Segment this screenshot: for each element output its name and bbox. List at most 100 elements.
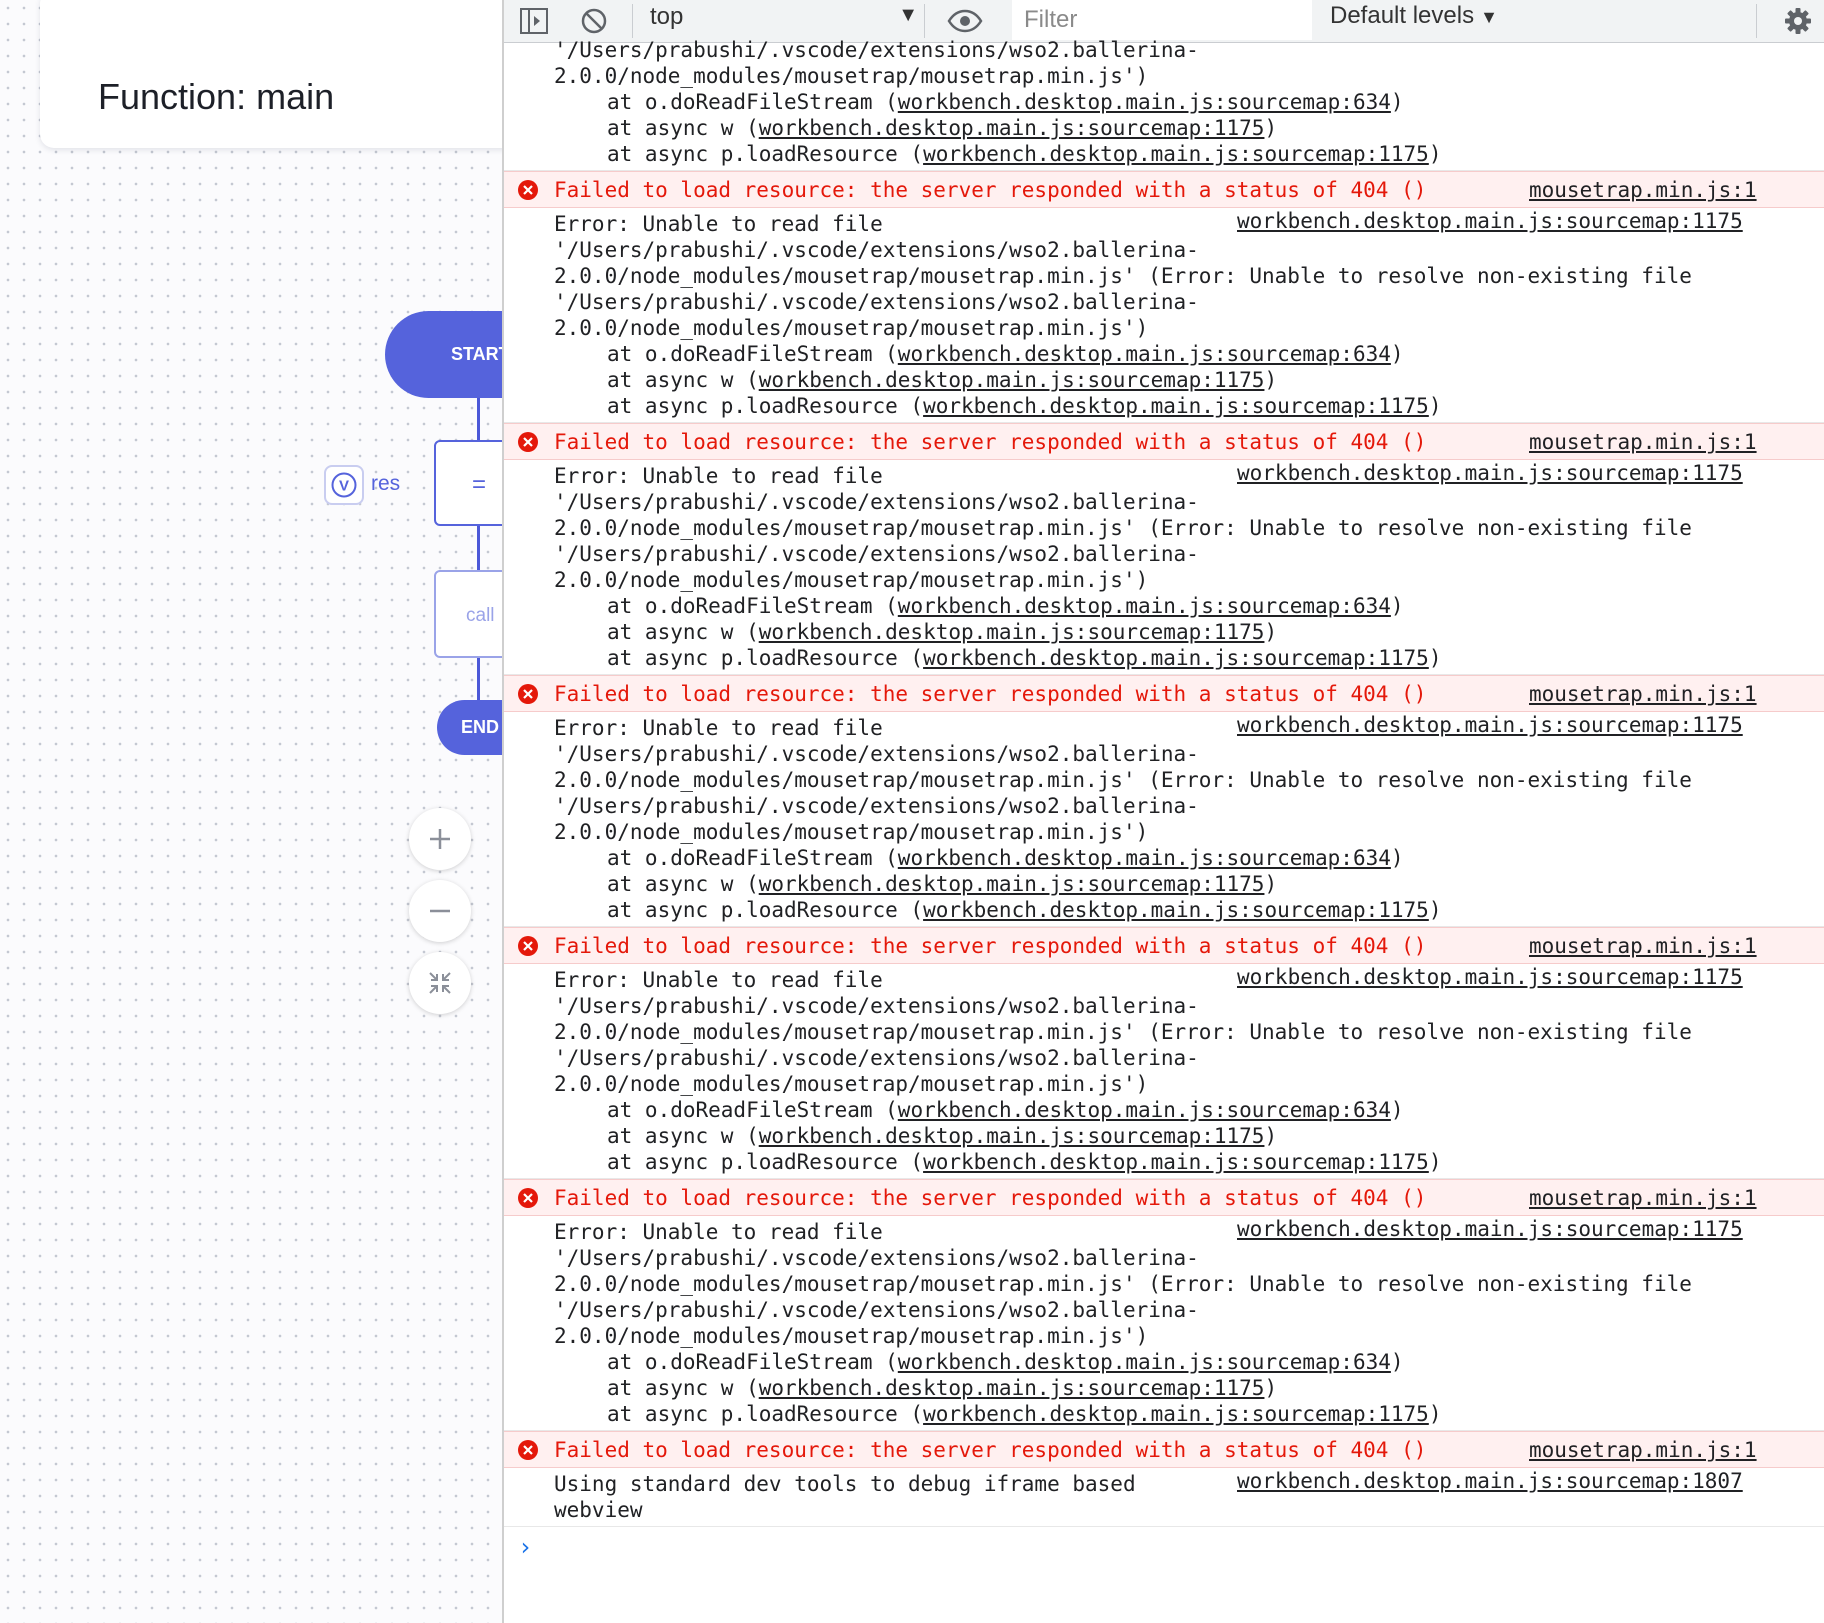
stack-frame-link[interactable]: workbench.desktop.main.js:sourcemap:1175: [923, 646, 1429, 670]
stack-frame-suffix: ): [1264, 368, 1278, 392]
stack-frame-text: at o.doReadFileStream (: [607, 90, 898, 114]
error-message-row[interactable]: Failed to load resource: the server resp…: [504, 675, 1824, 712]
error-text: Failed to load resource: the server resp…: [554, 1186, 1427, 1210]
console-prompt[interactable]: ›: [518, 1533, 1824, 1563]
stack-frame-link[interactable]: workbench.desktop.main.js:sourcemap:1175: [923, 1402, 1429, 1426]
stack-frame-link[interactable]: workbench.desktop.main.js:sourcemap:1175: [923, 394, 1429, 418]
log-source-link[interactable]: workbench.desktop.main.js:sourcemap:1175: [1237, 712, 1743, 738]
log-line: '/Users/prabushi/.vscode/extensions/wso2…: [554, 542, 1199, 566]
error-message-row[interactable]: Failed to load resource: the server resp…: [504, 927, 1824, 964]
stack-frame-link[interactable]: workbench.desktop.main.js:sourcemap:634: [898, 90, 1391, 114]
log-line: at o.doReadFileStream (workbench.desktop…: [504, 341, 1824, 367]
stack-frame-link[interactable]: workbench.desktop.main.js:sourcemap:1175: [923, 898, 1429, 922]
log-line: '/Users/prabushi/.vscode/extensions/wso2…: [554, 1298, 1199, 1322]
log-line: at async w (workbench.desktop.main.js:so…: [504, 367, 1824, 393]
stack-frame-text: at async p.loadResource (: [607, 142, 924, 166]
call-node[interactable]: call: [434, 570, 502, 658]
zoom-out-button[interactable]: [409, 880, 471, 942]
log-line: at async p.loadResource (workbench.deskt…: [504, 393, 1824, 419]
log-line: '/Users/prabushi/.vscode/extensions/wso2…: [554, 290, 1199, 314]
stack-frame-link[interactable]: workbench.desktop.main.js:sourcemap:634: [898, 342, 1391, 366]
error-source-link[interactable]: mousetrap.min.js:1: [1529, 424, 1757, 461]
stack-frame-link[interactable]: workbench.desktop.main.js:sourcemap:1175: [759, 620, 1265, 644]
error-text: Failed to load resource: the server resp…: [554, 682, 1427, 706]
log-source-link[interactable]: workbench.desktop.main.js:sourcemap:1807: [1237, 1468, 1743, 1494]
log-source-link[interactable]: workbench.desktop.main.js:sourcemap:1175: [1237, 460, 1743, 486]
stack-frame-text: at async p.loadResource (: [607, 646, 924, 670]
stack-frame-suffix: ): [1264, 872, 1278, 896]
console-log: '/Users/prabushi/.vscode/extensions/wso2…: [504, 38, 1824, 1563]
block-icon: [581, 8, 607, 34]
log-line: at async p.loadResource (workbench.deskt…: [504, 645, 1824, 671]
stack-frame-link[interactable]: workbench.desktop.main.js:sourcemap:634: [898, 846, 1391, 870]
stack-frame-suffix: ): [1428, 1150, 1442, 1174]
end-node[interactable]: END: [437, 700, 502, 755]
plus-icon: [430, 829, 450, 849]
diagram-canvas[interactable]: Function: main START = call END V res: [0, 0, 502, 1623]
log-line: 2.0.0/node_modules/mousetrap/mousetrap.m…: [554, 516, 1692, 540]
log-levels-label: Default levels: [1330, 2, 1475, 29]
stack-frame-link[interactable]: workbench.desktop.main.js:sourcemap:634: [898, 1098, 1391, 1122]
log-line: at o.doReadFileStream (workbench.desktop…: [504, 593, 1824, 619]
stack-frame-link[interactable]: workbench.desktop.main.js:sourcemap:634: [898, 594, 1391, 618]
log-line: at o.doReadFileStream (workbench.desktop…: [504, 1349, 1824, 1375]
error-source-link[interactable]: mousetrap.min.js:1: [1529, 676, 1757, 713]
error-message-row[interactable]: Failed to load resource: the server resp…: [504, 1179, 1824, 1216]
log-line: 2.0.0/node_modules/mousetrap/mousetrap.m…: [554, 1324, 1149, 1348]
flow-connector: [477, 526, 480, 570]
log-line: at async p.loadResource (workbench.deskt…: [504, 141, 1824, 167]
log-line: at o.doReadFileStream (workbench.desktop…: [504, 89, 1824, 115]
stack-frame-link[interactable]: workbench.desktop.main.js:sourcemap:1175: [759, 368, 1265, 392]
assignment-node[interactable]: =: [434, 440, 502, 526]
log-line: at o.doReadFileStream (workbench.desktop…: [504, 845, 1824, 871]
error-message-row[interactable]: Failed to load resource: the server resp…: [504, 171, 1824, 208]
stack-frame-suffix: ): [1264, 116, 1278, 140]
stack-frame-text: at async p.loadResource (: [607, 394, 924, 418]
error-source-link[interactable]: mousetrap.min.js:1: [1529, 172, 1757, 209]
log-entry: Error: Unable to read file '/Users/prabus…: [504, 964, 1824, 1179]
stack-frame-suffix: ): [1428, 898, 1442, 922]
stack-frame-link[interactable]: workbench.desktop.main.js:sourcemap:634: [898, 1350, 1391, 1374]
log-entry: Using standard dev tools to debug iframe…: [504, 1468, 1824, 1527]
start-node[interactable]: START: [385, 311, 502, 398]
error-message-row[interactable]: Failed to load resource: the server resp…: [504, 423, 1824, 460]
log-line: '/Users/prabushi/.vscode/extensions/wso2…: [554, 238, 1199, 262]
log-source-link[interactable]: workbench.desktop.main.js:sourcemap:1175: [1237, 964, 1743, 990]
error-message-row[interactable]: Failed to load resource: the server resp…: [504, 1431, 1824, 1468]
devtools-console: top ▼ Default levels▼: [502, 0, 1824, 1623]
variable-badge-letter: V: [339, 478, 349, 495]
stack-frame-text: at o.doReadFileStream (: [607, 1098, 898, 1122]
stack-frame-suffix: ): [1264, 1124, 1278, 1148]
collapse-icon: [429, 972, 451, 994]
error-source-link[interactable]: mousetrap.min.js:1: [1529, 1432, 1757, 1469]
stack-frame-link[interactable]: workbench.desktop.main.js:sourcemap:1175: [759, 872, 1265, 896]
log-line: at async p.loadResource (workbench.deskt…: [504, 1401, 1824, 1427]
stack-frame-text: at o.doReadFileStream (: [607, 594, 898, 618]
error-source-link[interactable]: mousetrap.min.js:1: [1529, 1180, 1757, 1217]
log-line: '/Users/prabushi/.vscode/extensions/wso2…: [554, 994, 1199, 1018]
log-line: 2.0.0/node_modules/mousetrap/mousetrap.m…: [554, 316, 1149, 340]
log-line: 2.0.0/node_modules/mousetrap/mousetrap.m…: [554, 64, 1149, 88]
stack-frame-suffix: ): [1390, 1098, 1404, 1122]
stack-frame-link[interactable]: workbench.desktop.main.js:sourcemap:1175: [923, 1150, 1429, 1174]
error-source-link[interactable]: mousetrap.min.js:1: [1529, 928, 1757, 965]
error-icon: [518, 1188, 538, 1208]
stack-frame-suffix: ): [1428, 142, 1442, 166]
log-line: 2.0.0/node_modules/mousetrap/mousetrap.m…: [554, 1072, 1149, 1096]
stack-frame-suffix: ): [1390, 594, 1404, 618]
fit-to-screen-button[interactable]: [409, 952, 471, 1014]
log-entry: Error: Unable to read file '/Users/prabus…: [504, 1216, 1824, 1431]
log-source-link[interactable]: workbench.desktop.main.js:sourcemap:1175: [1237, 208, 1743, 234]
zoom-in-button[interactable]: [409, 808, 471, 870]
stack-frame-link[interactable]: workbench.desktop.main.js:sourcemap:1175: [759, 1124, 1265, 1148]
log-line: '/Users/prabushi/.vscode/extensions/wso2…: [554, 794, 1199, 818]
log-levels-dropdown[interactable]: Default levels ▼: [1330, 2, 1498, 30]
stack-frame-suffix: ): [1428, 646, 1442, 670]
stack-frame-link[interactable]: workbench.desktop.main.js:sourcemap:1175: [923, 142, 1429, 166]
stack-frame-suffix: ): [1390, 342, 1404, 366]
stack-frame-suffix: ): [1264, 1376, 1278, 1400]
eye-icon: [947, 9, 983, 33]
stack-frame-link[interactable]: workbench.desktop.main.js:sourcemap:1175: [759, 116, 1265, 140]
stack-frame-link[interactable]: workbench.desktop.main.js:sourcemap:1175: [759, 1376, 1265, 1400]
log-source-link[interactable]: workbench.desktop.main.js:sourcemap:1175: [1237, 1216, 1743, 1242]
